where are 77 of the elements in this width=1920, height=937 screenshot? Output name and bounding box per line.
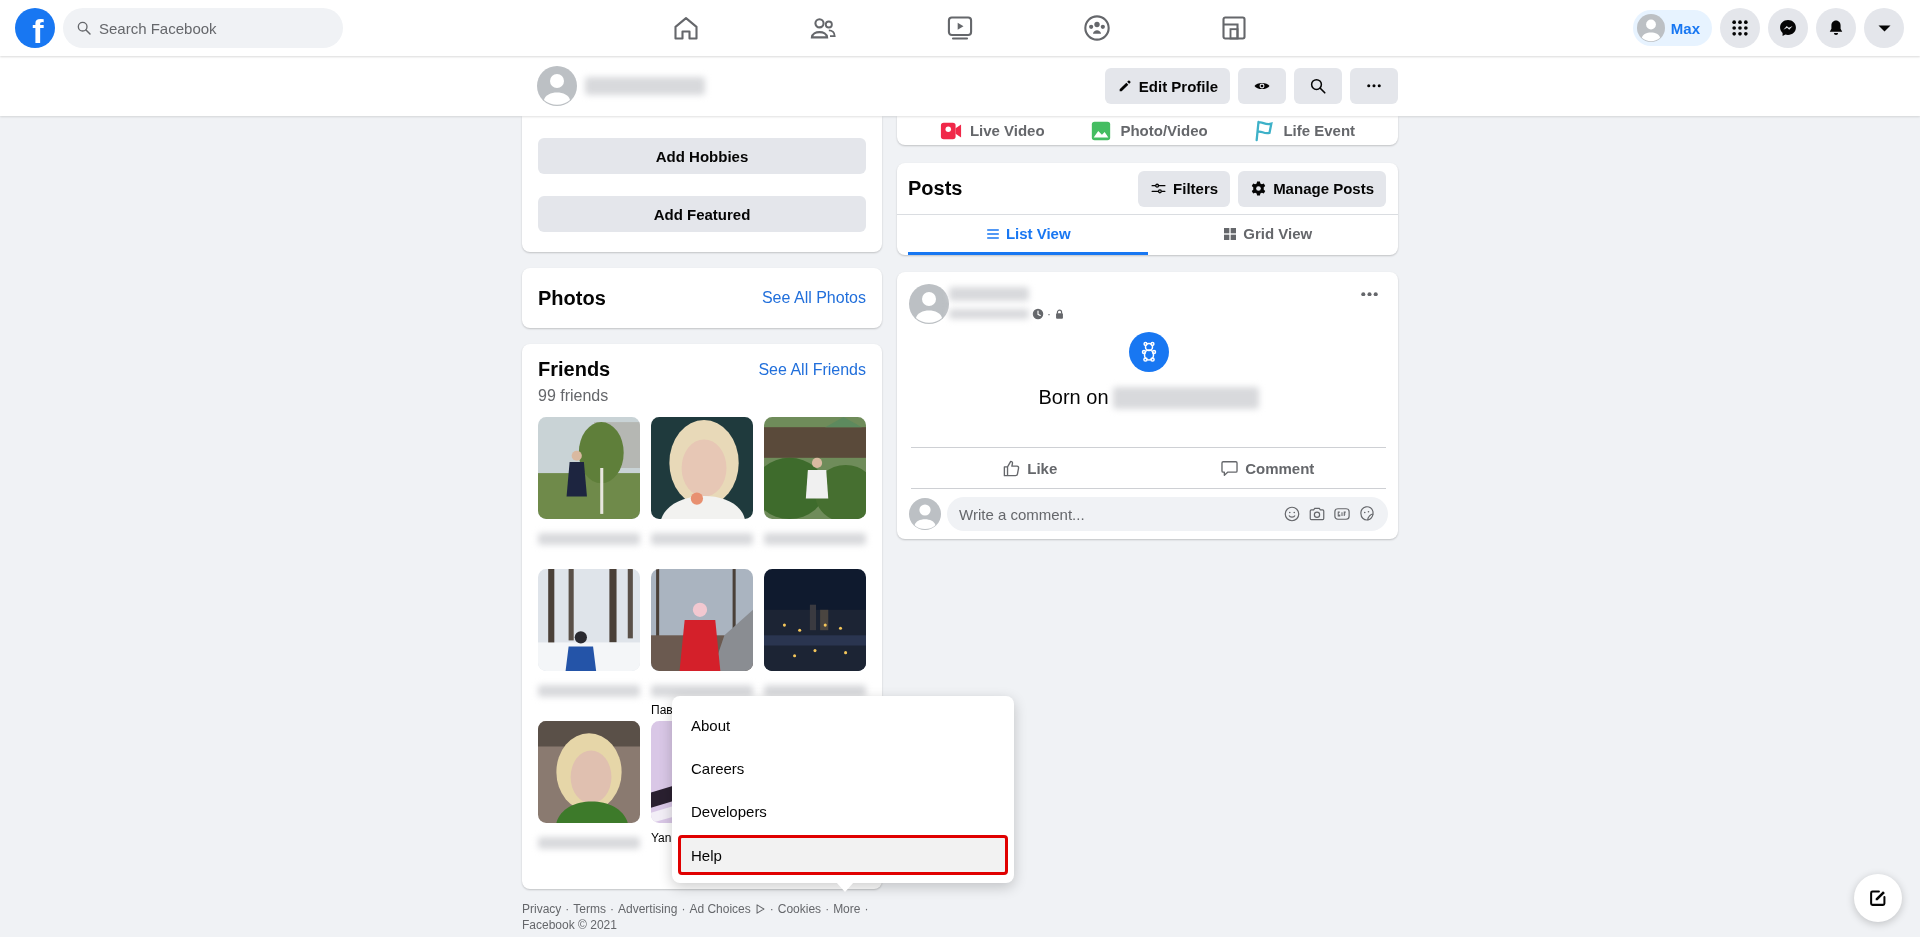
sticker-icon[interactable] — [1358, 505, 1376, 523]
grid-icon — [1222, 225, 1239, 242]
view-tab[interactable]: Grid View — [1147, 215, 1387, 255]
add-button[interactable]: Add Hobbies — [538, 138, 866, 174]
footer-link[interactable]: Privacy — [522, 901, 562, 917]
messenger-button[interactable] — [1768, 8, 1808, 48]
friend-count: 99 friends — [538, 387, 610, 405]
logo[interactable]: f — [15, 8, 55, 48]
clock-icon — [1032, 308, 1044, 320]
search-button[interactable] — [1294, 68, 1342, 104]
composer-action[interactable]: Live Video — [939, 116, 1045, 145]
separator: · — [864, 901, 869, 917]
footer-link[interactable]: Ad Choices — [689, 901, 751, 917]
search-field[interactable]: Search Facebook — [63, 8, 343, 48]
like-button[interactable]: Like — [911, 448, 1149, 488]
profile-button[interactable]: Max — [1632, 10, 1712, 46]
footer-link[interactable]: More — [833, 901, 861, 917]
eye-button[interactable] — [1238, 68, 1286, 104]
more-icon[interactable] — [1361, 292, 1378, 297]
avatar-icon — [1636, 14, 1665, 42]
menu-item[interactable]: Careers — [678, 747, 1008, 790]
comment-button[interactable]: Comment — [1148, 448, 1386, 488]
grid-icon — [1730, 18, 1750, 38]
avatar-icon — [909, 498, 941, 530]
see-all-link[interactable]: See All Friends — [758, 360, 866, 379]
view-tab[interactable]: List View — [908, 215, 1148, 255]
messenger-icon — [1778, 18, 1798, 38]
square-icon — [1220, 14, 1248, 42]
filters-button[interactable]: Filters — [1138, 170, 1231, 207]
separator: · — [610, 901, 614, 917]
speech-bubble-icon — [1220, 458, 1240, 478]
flag-icon — [1253, 119, 1276, 142]
menu-item[interactable]: Developers — [678, 790, 1008, 833]
copyright: Facebook © 2021 — [522, 917, 618, 933]
avatar-icon — [909, 284, 949, 324]
separator: · — [681, 901, 686, 917]
post-text: Born on — [1038, 386, 1109, 409]
caret-button[interactable] — [1864, 8, 1904, 48]
separator: · — [825, 901, 830, 917]
composer-action[interactable]: Photo/Video — [1090, 116, 1208, 145]
search-icon — [1309, 77, 1327, 95]
menu-item[interactable]: About — [678, 704, 1008, 747]
grid-button[interactable] — [1720, 8, 1760, 48]
add-button[interactable]: Add Featured — [538, 196, 866, 232]
section-title: Friends — [538, 358, 611, 381]
photo-icon — [1090, 119, 1113, 142]
separator: · — [1047, 307, 1051, 321]
separator: · — [769, 901, 774, 917]
thumbs-up-icon — [1002, 458, 1022, 478]
see-all-link[interactable]: See All Photos — [761, 289, 866, 307]
manage-posts-button[interactable]: Manage Posts — [1238, 170, 1386, 207]
group-icon — [1083, 14, 1111, 42]
bell-button[interactable] — [1816, 8, 1856, 48]
ad-choices-icon[interactable] — [754, 903, 766, 915]
caret-icon — [1877, 24, 1891, 32]
menu-item[interactable]: Help — [678, 835, 1008, 875]
comment-field[interactable]: Write a comment... — [947, 497, 1388, 531]
lock-icon — [1054, 308, 1065, 320]
search-icon — [76, 20, 92, 36]
smiley-icon[interactable] — [1283, 505, 1301, 523]
teddy-bear-icon — [1128, 332, 1169, 372]
more-icon — [1367, 84, 1381, 88]
separator: · — [565, 901, 570, 917]
gear-icon — [1250, 180, 1268, 197]
avatar-icon — [537, 66, 577, 106]
footer-link[interactable]: Terms — [573, 901, 606, 917]
edit-profile-button[interactable]: Edit Profile — [1104, 68, 1230, 104]
video-icon — [946, 14, 974, 42]
gif-icon[interactable] — [1333, 505, 1351, 523]
footer-link[interactable]: Cookies — [777, 901, 822, 917]
composer-action[interactable]: Life Event — [1253, 116, 1356, 145]
section-title: Posts — [908, 177, 963, 200]
camera-icon[interactable] — [1308, 505, 1326, 523]
compose-button[interactable] — [1854, 874, 1902, 922]
home-icon — [672, 14, 700, 42]
section-title: Photos — [538, 286, 606, 310]
footer-link[interactable]: Advertising — [618, 901, 678, 917]
